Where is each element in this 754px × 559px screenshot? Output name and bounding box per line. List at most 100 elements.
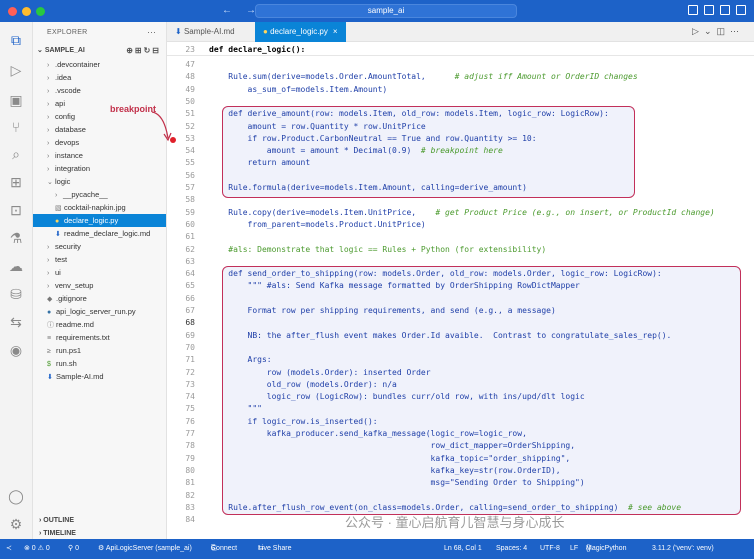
tree-item-label: config bbox=[55, 112, 76, 121]
line-number: 70 bbox=[185, 342, 195, 352]
chevron-down-icon: ⌄ bbox=[37, 47, 45, 54]
tree-item[interactable]: ⓘ readme.md bbox=[33, 318, 166, 331]
ports-indicator[interactable]: ⚲ 0 bbox=[68, 539, 79, 559]
more-actions-icon[interactable]: ··· bbox=[147, 27, 156, 37]
settings-gear-icon[interactable]: ⚙ bbox=[8, 516, 24, 532]
run-debug-icon[interactable]: ▷ bbox=[8, 62, 24, 78]
command-center[interactable]: sample_ai bbox=[255, 4, 517, 18]
tree-item[interactable]: › test bbox=[33, 253, 166, 266]
toggle-secondary-sidebar-icon[interactable] bbox=[720, 5, 730, 15]
back-arrow-icon[interactable]: ← bbox=[222, 5, 232, 16]
tab-declare-logic-py[interactable]: ● declare_logic.py × bbox=[255, 22, 346, 42]
live-share-icon[interactable]: ⇆ bbox=[8, 314, 24, 330]
toggle-sidebar-icon[interactable] bbox=[688, 5, 698, 15]
debug-config[interactable]: ⚙ ApiLogicServer (sample_ai) bbox=[98, 539, 192, 559]
outline-section[interactable]: › OUTLINE bbox=[33, 514, 166, 527]
cursor-position[interactable]: Ln 68, Col 1 bbox=[444, 539, 482, 559]
tree-item[interactable]: › .idea bbox=[33, 71, 166, 84]
tree-item[interactable]: ≡ requirements.txt bbox=[33, 331, 166, 344]
code-line: kafka_producer.send_kafka_message(logic_… bbox=[209, 429, 527, 438]
line-number: 61 bbox=[185, 232, 195, 242]
extensions-icon[interactable]: ⊞ bbox=[8, 174, 24, 190]
line-number: 59 bbox=[185, 207, 195, 217]
code-text: row (models.Order): inserted Order bbox=[209, 367, 431, 377]
close-window-button[interactable] bbox=[8, 6, 17, 16]
line-number: 55 bbox=[185, 158, 195, 168]
remote-indicator[interactable]: ≺ bbox=[6, 539, 12, 559]
tree-item[interactable]: › .devcontainer bbox=[33, 58, 166, 71]
indentation[interactable]: Spaces: 4 bbox=[496, 539, 527, 559]
search-icon[interactable]: ⌕ bbox=[8, 146, 24, 162]
tree-item[interactable]: › integration bbox=[33, 162, 166, 175]
code-line: as_sum_of=models.Item.Amount) bbox=[209, 84, 388, 94]
code-line: amount = amount * Decimal(0.9) # breakpo… bbox=[209, 146, 503, 155]
problems-indicator[interactable]: ⊗ 0 ⚠ 0 bbox=[24, 539, 50, 559]
breakpoint-dot[interactable] bbox=[170, 137, 176, 143]
remote-explorer-icon[interactable]: ▣ bbox=[8, 92, 24, 108]
source-control-icon[interactable]: ⑂ bbox=[8, 119, 24, 135]
line-number: 80 bbox=[185, 465, 195, 475]
maximize-window-button[interactable] bbox=[36, 6, 45, 16]
code-text: def send_order_to_shipping(row: models.O… bbox=[209, 269, 662, 279]
tree-item[interactable]: › security bbox=[33, 240, 166, 253]
line-number: 82 bbox=[185, 490, 195, 500]
tree-item[interactable]: ⬇ Sample-AI.md bbox=[33, 370, 166, 383]
connect-label: Connect bbox=[211, 545, 238, 552]
tree-item[interactable]: ● api_logic_server_run.py bbox=[33, 305, 166, 318]
tree-item-label: instance bbox=[55, 151, 83, 160]
code-line: return amount bbox=[209, 158, 311, 167]
line-number: 77 bbox=[185, 429, 195, 438]
line-number: 66 bbox=[185, 293, 195, 303]
toggle-panel-icon[interactable] bbox=[704, 5, 714, 15]
customize-layout-icon[interactable] bbox=[736, 5, 746, 15]
tree-item[interactable]: › .vscode bbox=[33, 84, 166, 97]
flask-icon[interactable]: ⚗ bbox=[8, 230, 24, 246]
tree-item-label: database bbox=[55, 125, 86, 134]
copilot-icon[interactable]: ◉ bbox=[8, 342, 24, 358]
line-number: 76 bbox=[185, 416, 195, 426]
minimize-window-button[interactable] bbox=[22, 6, 31, 16]
tree-item[interactable]: ⬇ readme_declare_logic.md bbox=[33, 227, 166, 240]
tree-item[interactable]: › instance bbox=[33, 149, 166, 162]
code-text: if row.Product.CarbonNeutral == True and… bbox=[209, 133, 537, 143]
editor-actions[interactable]: ▷⌄◫⋯ bbox=[692, 26, 744, 37]
close-tab-icon[interactable]: × bbox=[333, 27, 338, 36]
tree-item[interactable]: ≥ run.ps1 bbox=[33, 344, 166, 357]
tree-item[interactable]: › venv_setup bbox=[33, 279, 166, 292]
end-of-line[interactable]: LF bbox=[570, 539, 578, 559]
tree-item[interactable]: › devops bbox=[33, 136, 166, 149]
explorer-toolbar[interactable]: ⊕⊞↻⊟ bbox=[126, 46, 161, 55]
code-line: from_parent=models.Product.UnitPrice) bbox=[209, 220, 426, 229]
line-number: 64 bbox=[185, 269, 195, 279]
account-icon[interactable]: ◯ bbox=[8, 488, 24, 504]
docker-icon[interactable]: ☁ bbox=[8, 258, 24, 274]
line-number: 67 bbox=[185, 306, 195, 315]
code-line: Rule.formula(derive=models.Item.Amount, … bbox=[209, 183, 527, 192]
tree-item[interactable]: $ run.sh bbox=[33, 357, 166, 370]
tree-item[interactable]: › ui bbox=[33, 266, 166, 279]
code-editor[interactable]: 23 def declare_logic(): 47 48 Rule.sum(de… bbox=[167, 42, 754, 539]
tree-item[interactable]: ● declare_logic.py bbox=[33, 214, 166, 227]
python-interpreter[interactable]: 3.11.2 ('venv': venv) bbox=[652, 539, 714, 559]
live-share-label: Live Share bbox=[258, 545, 292, 552]
line-number: 63 bbox=[185, 256, 195, 266]
markdown-file-icon: ⬇ bbox=[175, 27, 184, 36]
tree-item[interactable]: ▧ cocktail-napkin.jpg bbox=[33, 201, 166, 214]
line-number: 72 bbox=[185, 367, 195, 377]
explorer-icon[interactable]: ⧉ bbox=[8, 32, 24, 48]
code-comment: # breakpoint here bbox=[411, 146, 503, 156]
code-text: NB: the after_flush event makes Order.Id… bbox=[209, 330, 672, 340]
tree-item[interactable]: ⌄ logic bbox=[33, 175, 166, 188]
code-line: """ bbox=[209, 404, 262, 413]
code-line: old_row (models.Order): n/a bbox=[209, 380, 397, 389]
database-icon[interactable]: ⛁ bbox=[8, 286, 24, 302]
code-text: as_sum_of=models.Item.Amount) bbox=[209, 84, 388, 94]
tree-item[interactable]: › database bbox=[33, 123, 166, 136]
encoding[interactable]: UTF-8 bbox=[540, 539, 560, 559]
tree-item[interactable]: › __pycache__ bbox=[33, 188, 166, 201]
tab-sample-ai-md[interactable]: ⬇ Sample-AI.md bbox=[167, 22, 243, 42]
testing-icon[interactable]: ⊡ bbox=[8, 202, 24, 218]
tab-label: Sample-AI.md bbox=[183, 27, 235, 36]
tree-item[interactable]: ◆ .gitignore bbox=[33, 292, 166, 305]
code-text: kafka_key=str(row.OrderID), bbox=[209, 465, 561, 475]
